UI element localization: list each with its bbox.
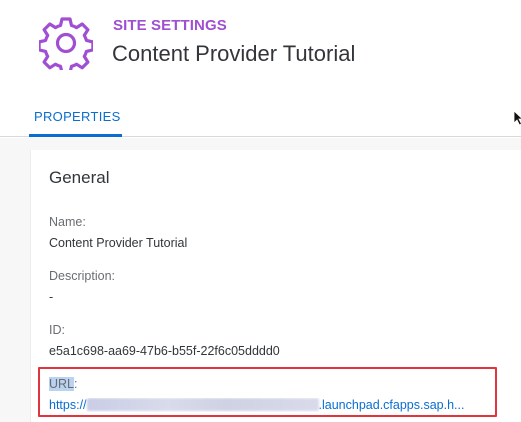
site-settings-label: SITE SETTINGS — [113, 17, 227, 34]
id-value: e5a1c698-aa69-47b6-b55f-22f6c05dddd0 — [49, 344, 280, 358]
url-highlight-box — [38, 367, 497, 417]
tab-properties[interactable]: PROPERTIES — [34, 109, 121, 124]
name-label: Name: — [49, 215, 86, 229]
gear-icon — [39, 17, 93, 70]
description-value: - — [49, 290, 54, 304]
site-settings-page: SITE SETTINGS Content Provider Tutorial … — [0, 0, 521, 422]
mouse-cursor-icon — [513, 110, 521, 126]
name-value: Content Provider Tutorial — [49, 236, 188, 250]
page-header: SITE SETTINGS Content Provider Tutorial — [0, 0, 521, 90]
description-label: Description: — [49, 269, 115, 283]
id-label: ID: — [49, 323, 65, 337]
section-title: General — [49, 168, 110, 187]
active-tab-indicator — [29, 134, 122, 137]
page-title: Content Provider Tutorial — [112, 41, 356, 66]
tab-bar: PROPERTIES — [0, 90, 521, 137]
